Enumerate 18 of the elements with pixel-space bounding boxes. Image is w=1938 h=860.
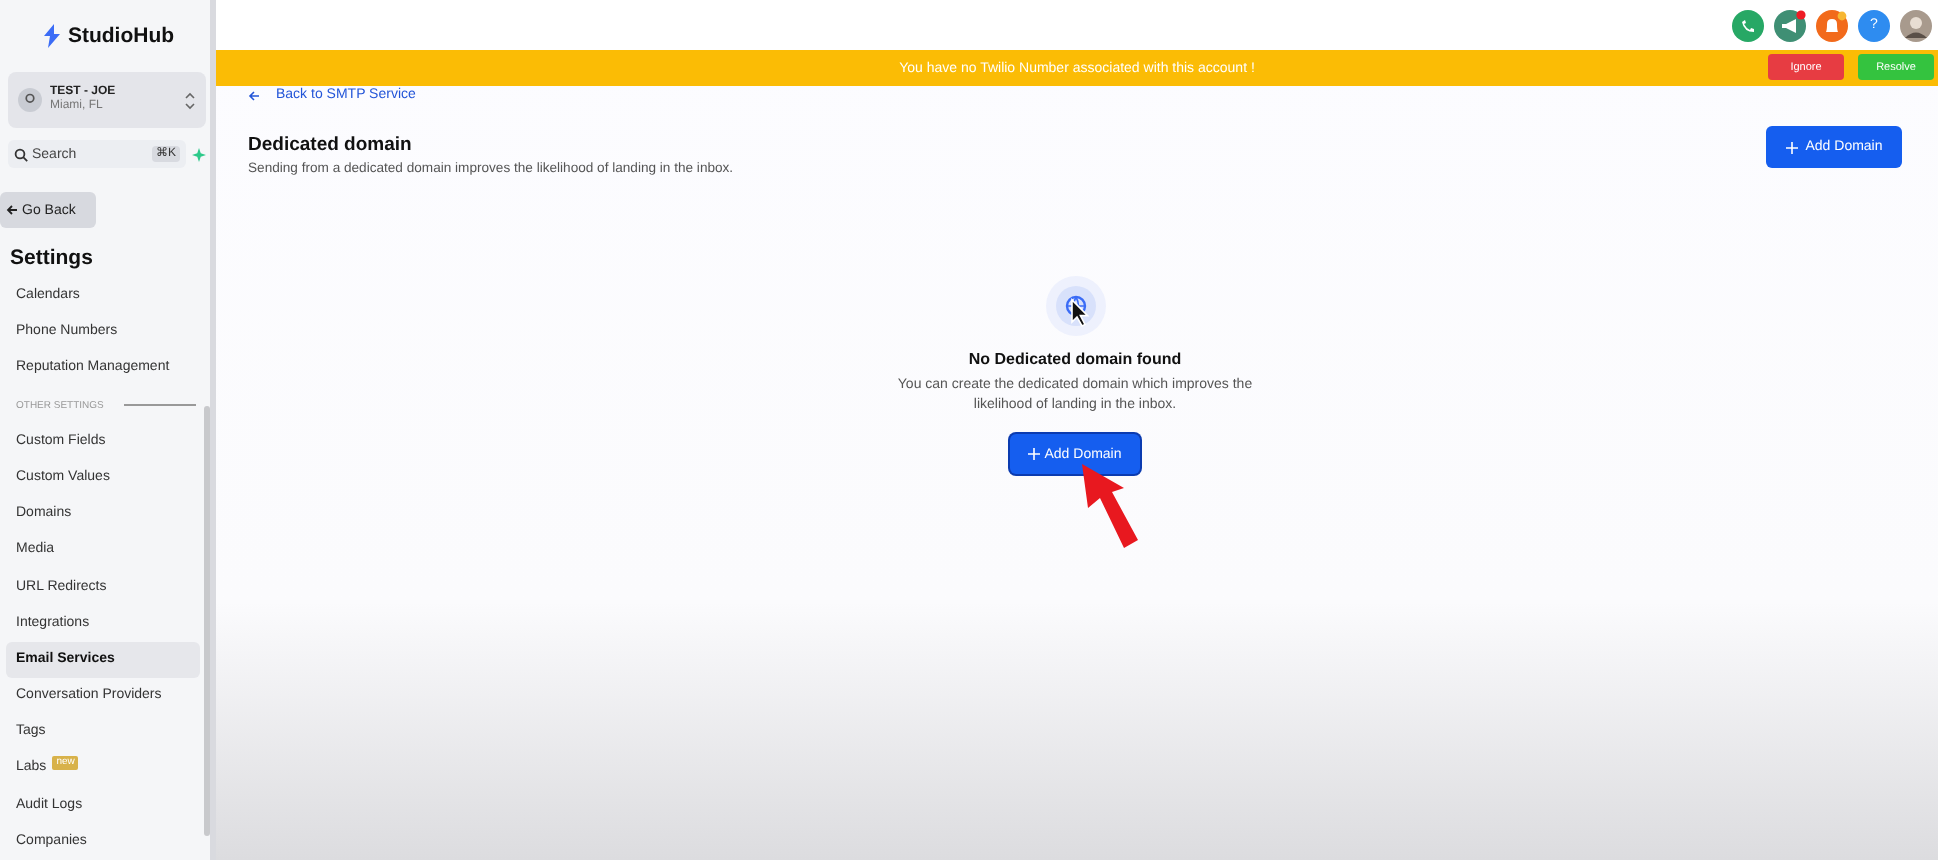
- chevron-icon: [184, 91, 196, 109]
- page-title: Dedicated domain: [248, 134, 414, 156]
- plus-icon: [1028, 448, 1041, 460]
- bell-icon[interactable]: [1816, 9, 1848, 41]
- back-arrow-icon: [248, 89, 260, 101]
- empty-title: No Dedicated domain found: [968, 350, 1182, 368]
- back-arrow-icon: [6, 204, 18, 216]
- avatar[interactable]: [1900, 9, 1932, 41]
- sparkle-icon[interactable]: [192, 147, 206, 161]
- phone-icon[interactable]: [1732, 9, 1764, 41]
- cursor-icon: [1069, 298, 1089, 328]
- brand-name: StudioHub: [67, 24, 175, 48]
- settings-title: Settings: [10, 246, 95, 270]
- arrow-annotation: [1076, 460, 1144, 552]
- plus-icon: [1785, 141, 1798, 153]
- search-icon: [14, 147, 28, 161]
- logo-icon: [41, 24, 62, 48]
- megaphone-icon[interactable]: [1774, 9, 1806, 41]
